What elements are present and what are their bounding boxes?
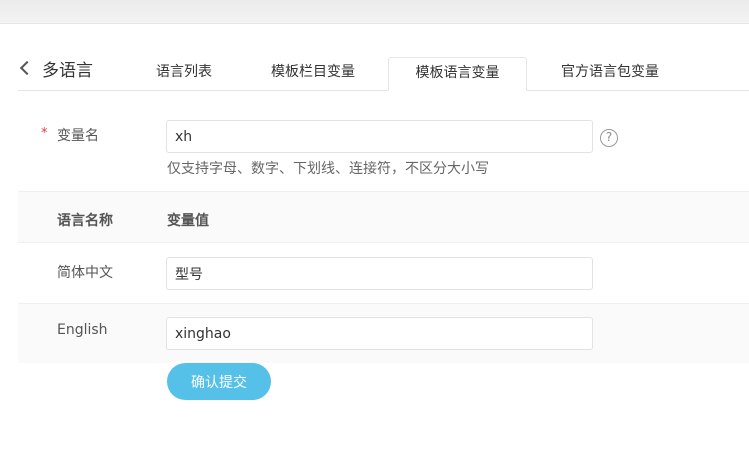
tab-template-column-vars[interactable]: 模板栏目变量 [250, 57, 376, 91]
var-name-hint: 仅支持字母、数字、下划线、连接符，不区分大小写 [167, 161, 489, 177]
tab-template-language-vars[interactable]: 模板语言变量 [388, 57, 527, 91]
back-button[interactable]: 多语言 [18, 57, 93, 81]
lang-name-en: English [57, 322, 108, 338]
required-mark: * [41, 126, 48, 141]
tab-official-language-pack-vars[interactable]: 官方语言包变量 [540, 57, 680, 91]
window-top-bar [0, 0, 749, 24]
page: 多语言 语言列表 模板栏目变量 模板语言变量 官方语言包变量 * 变量名 ? 仅… [0, 24, 749, 456]
submit-button[interactable]: 确认提交 [167, 363, 271, 400]
value-input-en[interactable] [166, 317, 593, 350]
chevron-left-icon [19, 60, 35, 76]
tab-language-list[interactable]: 语言列表 [136, 57, 232, 91]
table-header-row [18, 191, 749, 243]
lang-name-zh: 简体中文 [57, 265, 113, 281]
value-input-zh[interactable] [166, 257, 593, 290]
col-header-value: 变量值 [167, 213, 209, 229]
col-header-language: 语言名称 [57, 213, 113, 229]
var-name-input[interactable] [166, 120, 593, 153]
page-title: 多语言 [42, 60, 93, 81]
var-name-label: 变量名 [57, 128, 99, 144]
help-icon[interactable]: ? [600, 129, 618, 147]
